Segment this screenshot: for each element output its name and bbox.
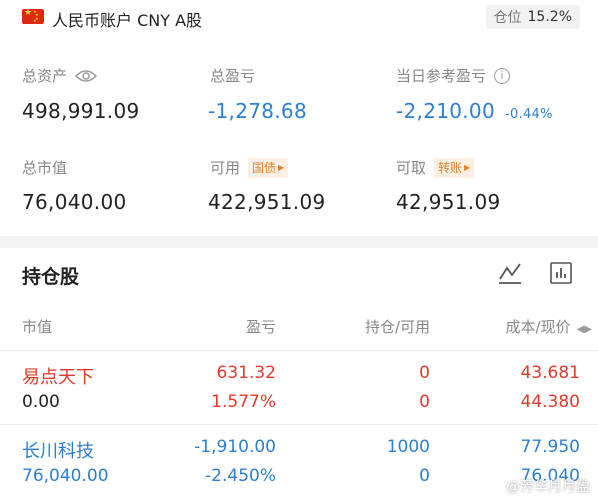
total-pnl-label: 总盈亏 [210, 67, 256, 85]
sort-icon[interactable]: ◀▶ [577, 324, 592, 335]
withdrawable-label: 可取 转账 ▶ [396, 157, 475, 178]
total-assets-value: 498,991.09 [22, 99, 140, 123]
stock-price: 44.380 [520, 392, 580, 412]
market-value-value: 76,040.00 [22, 190, 127, 214]
daily-pnl-value: -2,210.00 -0.44% [396, 99, 553, 123]
stock-name[interactable]: 易点天下 [22, 363, 94, 389]
transfer-tag-button[interactable]: 转账 ▶ [434, 157, 475, 178]
stock-market-value: 76,040.00 [22, 466, 109, 486]
info-icon[interactable]: i [494, 67, 511, 84]
holdings-title: 持仓股 [22, 266, 80, 288]
stock-cost: 43.681 [520, 363, 580, 383]
total-assets-label: 总资产 [22, 65, 98, 86]
stock-pnl-pct: -2.450% [205, 466, 276, 486]
account-name[interactable]: 人民币账户 CNY A股 [52, 7, 202, 31]
col-header-market-value[interactable]: 市值 [22, 316, 52, 337]
total-pnl-value: -1,278.68 [208, 99, 307, 123]
stock-name[interactable]: 长川科技 [22, 437, 94, 463]
chart-bar-icon[interactable] [550, 262, 572, 284]
stock-pnl: -1,910.00 [194, 437, 276, 457]
stock-available: 0 [419, 466, 430, 486]
row-divider [0, 350, 598, 351]
available-label: 可用 国债 ▶ [210, 157, 289, 178]
col-header-cost-price[interactable]: 成本/现价 ◀▶ [506, 316, 592, 337]
flag-cn-icon: ★ ★ ★ ★ ★ [22, 9, 44, 24]
stock-available: 0 [419, 392, 430, 412]
stock-position: 0 [419, 363, 430, 383]
eye-icon[interactable] [75, 69, 98, 83]
stock-cost: 77.950 [520, 437, 580, 457]
stock-position: 1000 [386, 437, 430, 457]
bond-tag-button[interactable]: 国债 ▶ [248, 157, 289, 178]
watermark: @芳华月月盈 [506, 479, 590, 495]
market-value-label: 总市值 [22, 159, 68, 177]
stock-market-value: 0.00 [22, 392, 60, 412]
chart-line-icon[interactable] [498, 262, 522, 284]
position-badge: 仓位 15.2% [485, 5, 580, 29]
col-header-position[interactable]: 持仓/可用 [365, 316, 430, 337]
position-label: 仓位 [493, 10, 522, 26]
position-value: 15.2% [527, 9, 572, 25]
col-header-pnl[interactable]: 盈亏 [246, 316, 276, 337]
daily-pnl-label: 当日参考盈亏 i [396, 65, 511, 86]
stock-pnl: 631.32 [216, 363, 276, 383]
account-bar[interactable]: ★ ★ ★ ★ ★ 人民币账户 CNY A股 仓位 15.2% [0, 0, 598, 36]
available-value: 422,951.09 [208, 190, 326, 214]
withdrawable-value: 42,951.09 [396, 190, 501, 214]
row-divider [0, 424, 598, 425]
daily-pnl-pct: -0.44% [504, 107, 553, 122]
section-divider [0, 236, 598, 248]
stock-pnl-pct: 1.577% [211, 392, 276, 412]
